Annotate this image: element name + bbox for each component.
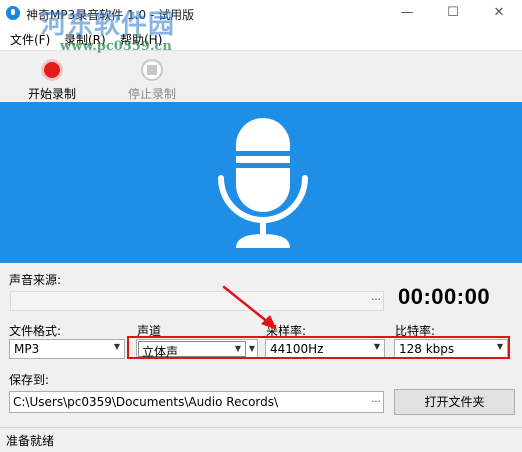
format-value: MP3: [14, 342, 40, 356]
microphone-icon: [218, 118, 308, 248]
window-title: 神奇MP3录音软件 1.0 - 试用版: [26, 8, 195, 22]
toolbar: 开始录制 停止录制: [0, 50, 522, 102]
app-icon: [6, 6, 20, 20]
save-path-field[interactable]: C:\Users\pc0359\Documents\Audio Records\: [9, 391, 384, 413]
save-browse-button[interactable]: ...: [367, 394, 385, 412]
chevron-down-icon: ▼: [113, 342, 120, 351]
maximize-button[interactable]: ☐: [430, 0, 476, 28]
record-timer: 00:00:00: [398, 284, 491, 309]
status-bar: 准备就绪: [0, 427, 522, 452]
open-folder-button[interactable]: 打开文件夹: [394, 389, 515, 415]
title-bar: 神奇MP3录音软件 1.0 - 试用版 — ☐ ✕: [0, 0, 522, 28]
status-text: 准备就绪: [6, 434, 55, 448]
menu-help[interactable]: 帮助(H): [120, 31, 162, 48]
close-button[interactable]: ✕: [476, 0, 522, 28]
format-select[interactable]: MP3 ▼: [9, 339, 125, 359]
record-icon: [41, 59, 63, 81]
minimize-button[interactable]: —: [384, 0, 430, 28]
start-record-button[interactable]: 开始录制: [12, 55, 92, 101]
stop-icon: [141, 59, 163, 81]
save-label: 保存到:: [9, 373, 50, 387]
menu-bar: 文件(F) 录制(R) 帮助(H): [0, 28, 522, 50]
source-field[interactable]: [10, 291, 384, 311]
source-label: 声音来源:: [9, 273, 62, 287]
annotation-arrow-icon: [222, 285, 277, 330]
source-browse-button[interactable]: ...: [367, 292, 385, 310]
menu-file[interactable]: 文件(F): [10, 31, 50, 48]
start-record-label: 开始录制: [27, 87, 76, 101]
stop-record-label: 停止录制: [127, 87, 176, 101]
menu-record[interactable]: 录制(R): [64, 31, 106, 48]
highlight-box: [127, 336, 510, 359]
format-label: 文件格式:: [9, 324, 62, 338]
stop-record-button[interactable]: 停止录制: [112, 55, 192, 101]
microphone-banner: [0, 102, 522, 263]
